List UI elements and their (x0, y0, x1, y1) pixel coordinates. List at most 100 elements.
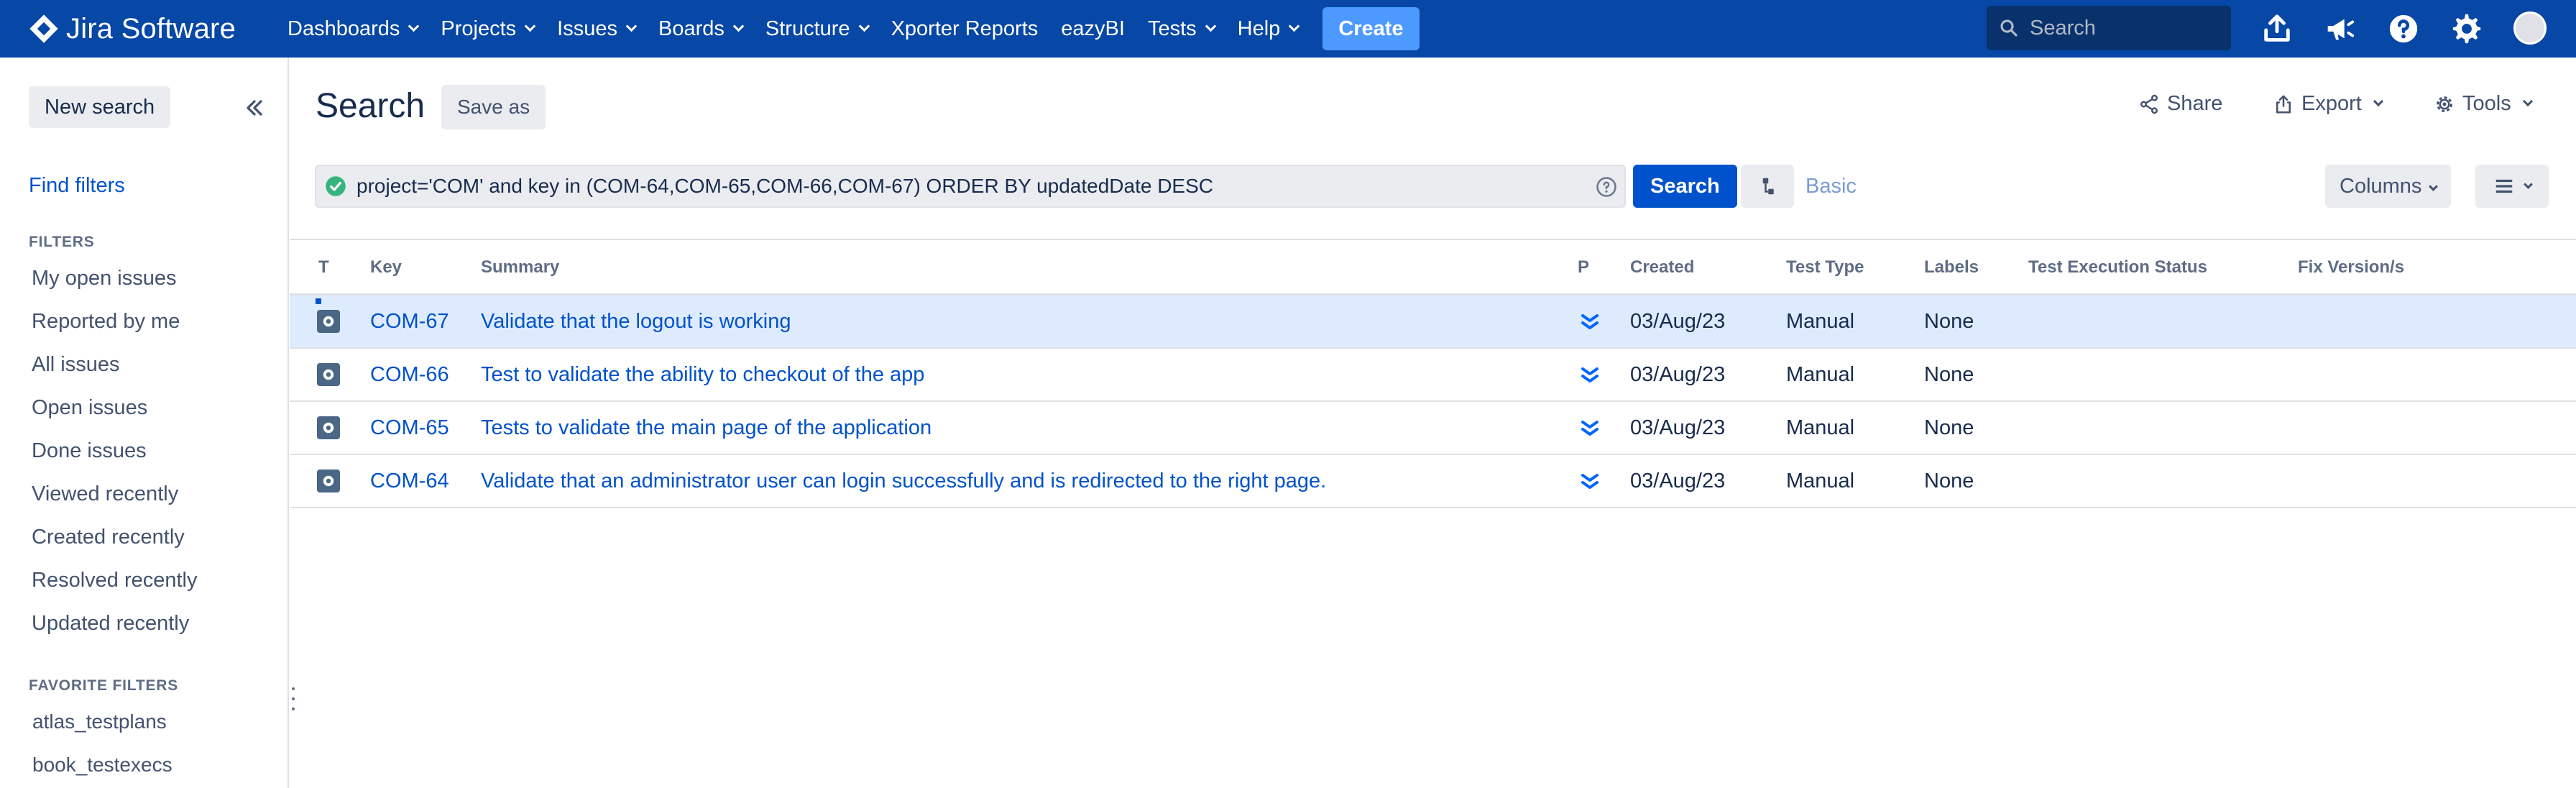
nav-issues-label: Issues (557, 17, 617, 40)
issue-key-link[interactable]: COM-67 (370, 310, 449, 334)
column-header-labels[interactable]: Labels (1924, 257, 1979, 278)
created-date: 03/Aug/23 (1630, 416, 1726, 439)
table-top-divider (290, 239, 2576, 240)
filter-done-issues[interactable]: Done issues (32, 439, 147, 463)
nav-eazybi[interactable]: eazyBI (1049, 0, 1136, 58)
row-focus-marker (316, 298, 321, 304)
nav-dashboards-label: Dashboards (288, 17, 400, 40)
chevron-down-icon (2523, 179, 2533, 189)
issue-summary-link[interactable]: Tests to validate the main page of the a… (481, 416, 932, 440)
tools-button[interactable]: Tools (2434, 92, 2533, 116)
switch-query-mode-button[interactable] (1741, 165, 1794, 208)
global-search[interactable] (1987, 6, 2231, 50)
filter-open-issues[interactable]: Open issues (32, 396, 147, 420)
labels-value: None (1924, 310, 1974, 333)
issue-summary-link[interactable]: Validate that an administrator user can … (481, 469, 1326, 493)
favorite-filter-atlas-testplans[interactable]: atlas_testplans (32, 710, 167, 733)
table-row[interactable]: COM-66 Test to validate the ability to c… (290, 349, 2576, 402)
create-button[interactable]: Create (1322, 7, 1420, 50)
collapse-sidebar-icon[interactable] (242, 95, 267, 121)
megaphone-icon[interactable] (2320, 10, 2358, 47)
test-issue-type-icon (317, 416, 340, 439)
columns-label: Columns (2340, 174, 2422, 198)
nav-xporter-reports[interactable]: Xporter Reports (880, 0, 1050, 58)
jql-query-input[interactable]: project='COM' and key in (COM-64,COM-65,… (315, 165, 1626, 208)
column-header-test-type[interactable]: Test Type (1786, 257, 1864, 278)
column-header-summary[interactable]: Summary (481, 257, 559, 278)
nav-xporter-label: Xporter Reports (891, 17, 1039, 40)
share-label: Share (2167, 92, 2223, 115)
nav-tests[interactable]: Tests (1136, 0, 1226, 58)
nav-help[interactable]: Help (1226, 0, 1310, 58)
sidebar-resize-handle[interactable] (290, 687, 296, 710)
chevron-down-icon (858, 20, 870, 32)
nav-structure[interactable]: Structure (754, 0, 880, 58)
labels-value: None (1924, 416, 1974, 439)
new-search-button[interactable]: New search (29, 86, 171, 128)
columns-button[interactable]: Columns (2325, 165, 2452, 208)
basic-mode-link[interactable]: Basic (1806, 175, 1857, 198)
favorite-filter-book-testexecs[interactable]: book_testexecs (32, 753, 172, 776)
filter-my-open-issues[interactable]: My open issues (32, 267, 177, 290)
user-avatar[interactable] (2513, 12, 2547, 45)
chevron-down-icon (2373, 96, 2383, 107)
search-button[interactable]: Search (1633, 165, 1737, 208)
nav-projects[interactable]: Projects (429, 0, 546, 58)
nav-structure-label: Structure (765, 17, 850, 40)
jira-diamond-icon (29, 14, 58, 43)
settings-icon[interactable] (2448, 10, 2485, 47)
find-filters-link[interactable]: Find filters (29, 174, 125, 198)
nav-issues[interactable]: Issues (546, 0, 647, 58)
column-header-fix-versions[interactable]: Fix Version/s (2298, 257, 2404, 278)
global-search-input[interactable] (2030, 16, 2217, 40)
created-date: 03/Aug/23 (1630, 363, 1726, 386)
nav-boards-label: Boards (658, 17, 724, 40)
table-row[interactable]: COM-67 Validate that the logout is worki… (290, 296, 2576, 349)
chevron-down-icon (625, 20, 638, 32)
save-as-button[interactable]: Save as (441, 85, 546, 129)
chevron-down-icon (2522, 96, 2533, 107)
filter-resolved-recently[interactable]: Resolved recently (32, 569, 198, 592)
nav-dashboards[interactable]: Dashboards (276, 0, 429, 58)
filter-viewed-recently[interactable]: Viewed recently (32, 482, 178, 506)
chevron-down-icon (1205, 20, 1216, 32)
nav-eazybi-label: eazyBI (1061, 17, 1125, 40)
test-type-value: Manual (1786, 363, 1855, 386)
table-row[interactable]: COM-64 Validate that an administrator us… (290, 455, 2576, 508)
filter-updated-recently[interactable]: Updated recently (32, 612, 189, 636)
export-label: Export (2301, 92, 2362, 115)
created-date: 03/Aug/23 (1630, 469, 1726, 492)
test-issue-type-icon (317, 310, 340, 333)
filter-reported-by-me[interactable]: Reported by me (32, 310, 180, 334)
nav-tests-label: Tests (1147, 17, 1197, 40)
upload-icon[interactable] (2258, 10, 2296, 47)
test-type-value: Manual (1786, 469, 1855, 492)
jira-logo[interactable]: Jira Software (29, 0, 236, 58)
chevron-down-icon (524, 20, 536, 32)
jql-query-text[interactable]: project='COM' and key in (COM-64,COM-65,… (356, 175, 1213, 198)
view-options-button[interactable] (2475, 165, 2549, 208)
issue-key-link[interactable]: COM-64 (370, 469, 449, 493)
issue-summary-link[interactable]: Test to validate the ability to checkout… (481, 363, 924, 387)
column-header-test-execution-status[interactable]: Test Execution Status (2028, 257, 2207, 278)
column-header-priority[interactable]: P (1578, 257, 1589, 278)
nav-boards[interactable]: Boards (647, 0, 754, 58)
column-header-created[interactable]: Created (1630, 257, 1694, 278)
column-header-type[interactable]: T (318, 257, 329, 278)
issue-key-link[interactable]: COM-65 (370, 416, 449, 440)
issue-summary-link[interactable]: Validate that the logout is working (481, 310, 791, 334)
help-icon[interactable] (2385, 10, 2422, 47)
filters-sidebar: New search Find filters FILTERS My open … (0, 58, 289, 788)
filter-all-issues[interactable]: All issues (32, 353, 120, 377)
share-button[interactable]: Share (2138, 92, 2222, 116)
issue-key-link[interactable]: COM-66 (370, 363, 449, 387)
export-button[interactable]: Export (2273, 92, 2383, 116)
labels-value: None (1924, 363, 1974, 386)
syntax-help-icon[interactable] (1596, 176, 1617, 198)
column-header-key[interactable]: Key (370, 257, 402, 278)
filter-created-recently[interactable]: Created recently (32, 526, 185, 549)
table-row[interactable]: COM-65 Tests to validate the main page o… (290, 402, 2576, 455)
top-navigation-bar: Jira Software Dashboards Projects Issues… (0, 0, 2576, 58)
export-icon (2276, 95, 2291, 113)
logo-text: Jira Software (66, 12, 236, 45)
